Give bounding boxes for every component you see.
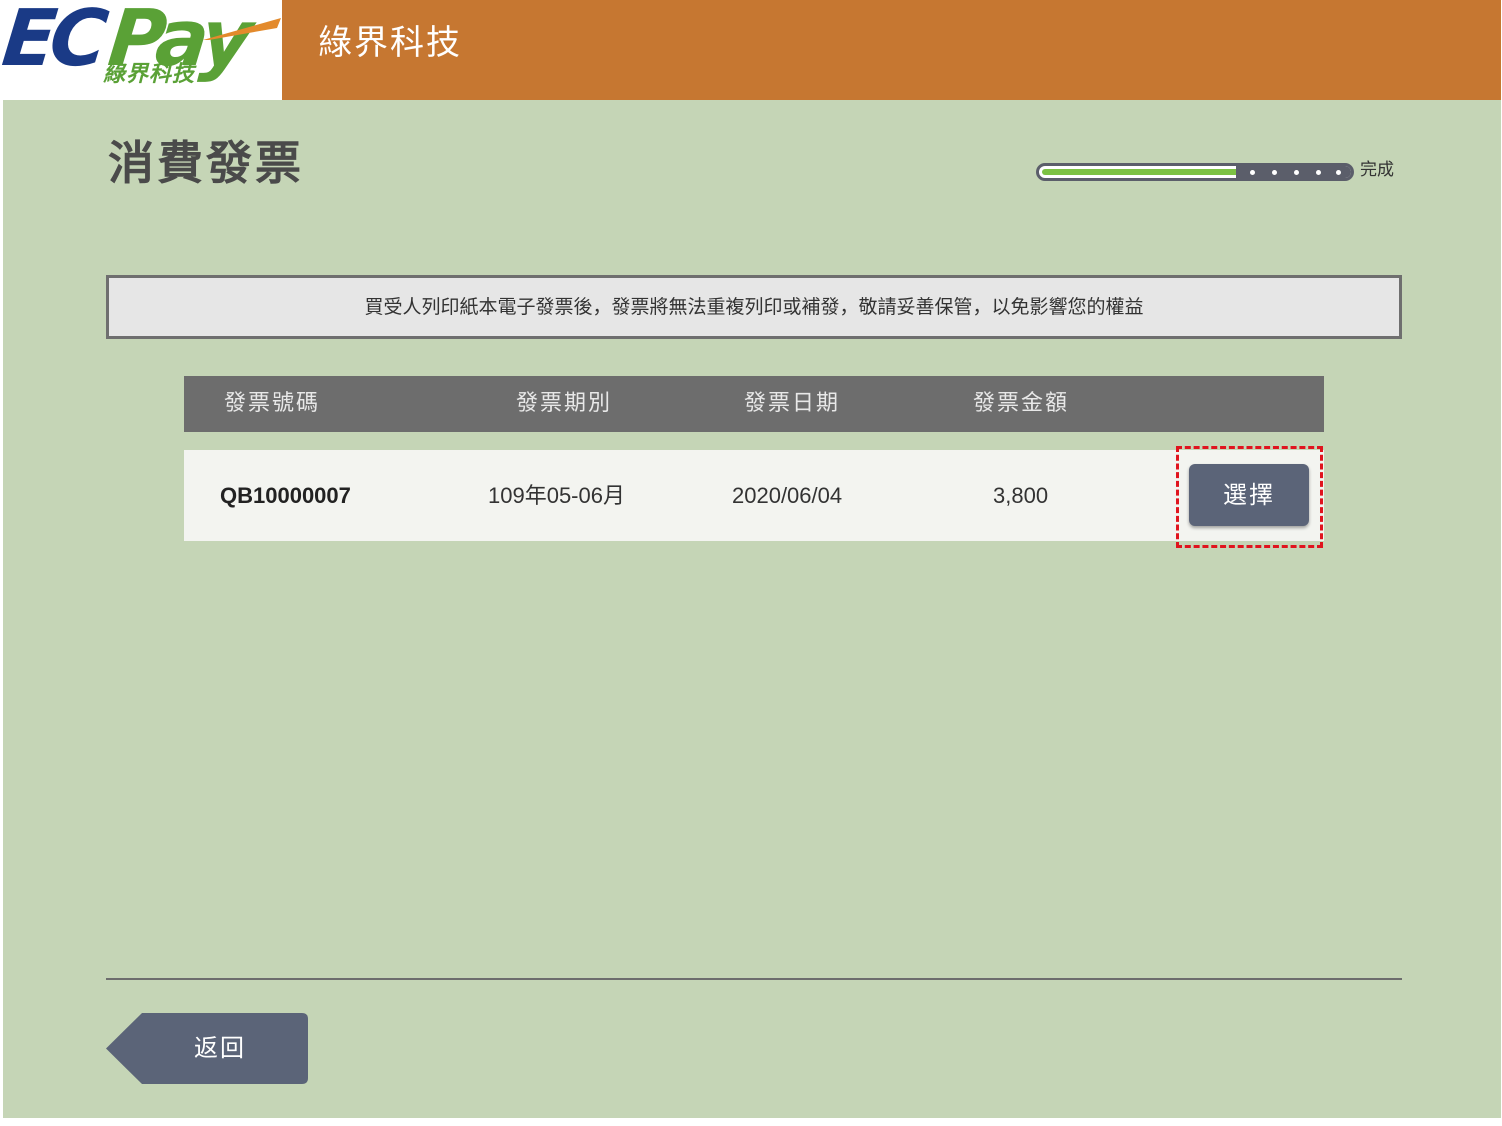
progress-dot — [1294, 170, 1299, 175]
header-bar: EC Pay 綠界科技 綠界科技 — [0, 0, 1501, 100]
progress-fill — [1042, 169, 1245, 175]
footer-divider — [106, 978, 1402, 980]
progress-label: 完成 — [1360, 160, 1394, 180]
back-button[interactable]: 返回 — [106, 1013, 308, 1084]
logo-ec-text: EC — [0, 0, 107, 84]
progress-remaining — [1236, 166, 1351, 178]
select-button[interactable]: 選擇 — [1189, 464, 1309, 526]
notice-box: 買受人列印紙本電子發票後，發票將無法重複列印或補發，敬請妥善保管，以免影響您的權… — [106, 275, 1402, 339]
cell-invoice-date: 2020/06/04 — [732, 482, 843, 508]
page-title: 消費發票 — [108, 136, 304, 190]
logo-swoosh-icon — [203, 18, 281, 40]
progress-dot — [1250, 170, 1255, 175]
progress-dot — [1316, 170, 1321, 175]
back-button-label: 返回 — [194, 1034, 246, 1062]
cell-invoice-period: 109年05-06月 — [488, 482, 625, 508]
cell-invoice-amount: 3,800 — [993, 482, 1049, 508]
header-invoice-period: 發票期別 — [516, 391, 613, 416]
table-row: QB10000007 109年05-06月 2020/06/04 3,800 — [184, 450, 1324, 541]
progress-dot — [1336, 170, 1341, 175]
cell-invoice-number: QB10000007 — [220, 482, 351, 508]
table-header: 發票號碼 發票期別 發票日期 發票金額 — [184, 376, 1324, 432]
notice-text: 買受人列印紙本電子發票後，發票將無法重複列印或補發，敬請妥善保管，以免影響您的權… — [364, 295, 1144, 318]
page-frame: EC Pay 綠界科技 綠界科技 消費發票 完成 買受人列印紙本電子發票後，發票… — [0, 0, 1501, 1118]
header-invoice-number: 發票號碼 — [224, 391, 321, 416]
header-invoice-date: 發票日期 — [744, 391, 841, 416]
progress-dot — [1272, 170, 1277, 175]
header-title: 綠界科技 — [318, 23, 462, 63]
header-invoice-amount: 發票金額 — [973, 391, 1070, 416]
ecpay-logo[interactable]: EC Pay 綠界科技 — [0, 0, 282, 100]
progress-bar — [1036, 163, 1354, 181]
logo-subtitle: 綠界科技 — [103, 62, 196, 87]
